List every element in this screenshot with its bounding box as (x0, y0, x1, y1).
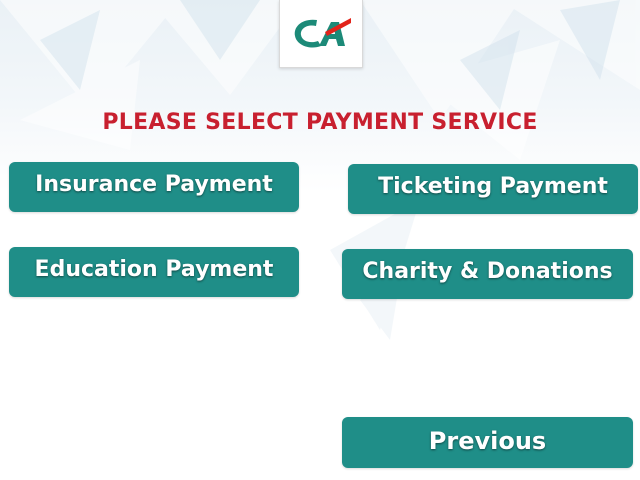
background-pattern (0, 0, 640, 340)
ticketing-payment-button[interactable]: Ticketing Payment (348, 164, 638, 214)
credit-agricole-logo-icon (294, 18, 351, 48)
charity-donations-button[interactable]: Charity & Donations (342, 249, 633, 299)
page-title: PLEASE SELECT PAYMENT SERVICE (102, 110, 538, 135)
education-payment-button[interactable]: Education Payment (9, 247, 299, 297)
previous-button[interactable]: Previous (342, 417, 633, 468)
bank-logo (279, 0, 363, 68)
insurance-payment-button[interactable]: Insurance Payment (9, 162, 299, 212)
